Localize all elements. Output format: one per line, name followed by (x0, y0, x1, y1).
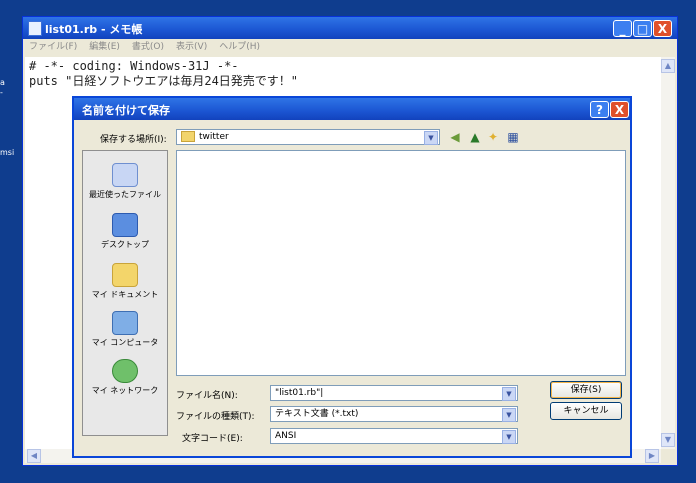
desktop-icon-label-fragment: a (0, 78, 5, 87)
file-list[interactable] (176, 150, 626, 376)
menu-file[interactable]: ファイル(F) (29, 42, 77, 52)
scroll-up-icon[interactable]: ▲ (661, 59, 675, 73)
save-in-value: twitter (199, 132, 229, 142)
recent-documents-icon (112, 163, 138, 187)
editor-line: # -*- coding: Windows-31J -*- (29, 59, 239, 73)
menu-help[interactable]: ヘルプ(H) (219, 42, 260, 52)
menu-edit[interactable]: 編集(E) (89, 42, 120, 52)
place-label: デスクトップ (101, 240, 149, 249)
desktop-icon-label-fragment: msi (0, 148, 15, 157)
up-folder-icon[interactable]: ▲ (468, 130, 482, 144)
place-my-documents[interactable]: マイ ドキュメント (83, 263, 167, 300)
scroll-left-icon[interactable]: ◀ (27, 449, 41, 463)
my-documents-icon (112, 263, 138, 287)
encoding-select[interactable]: ANSI ▼ (270, 428, 518, 444)
desktop-icon-label-fragment: - (0, 88, 3, 97)
scroll-right-icon[interactable]: ▶ (645, 449, 659, 463)
place-recent[interactable]: 最近使ったファイル (83, 163, 167, 200)
place-label: 最近使ったファイル (89, 190, 161, 199)
dialog-title-bar[interactable]: 名前を付けて保存 ? X (74, 98, 630, 120)
new-folder-icon[interactable]: ✦ (486, 130, 500, 144)
save-in-label: 保存する場所(I): (100, 135, 167, 145)
scroll-down-icon[interactable]: ▼ (661, 433, 675, 447)
place-my-network[interactable]: マイ ネットワーク (83, 359, 167, 396)
filename-label: ファイル名(N): (176, 391, 238, 401)
filetype-value: テキスト文書 (*.txt) (275, 409, 359, 419)
chevron-down-icon[interactable]: ▼ (424, 131, 438, 145)
menu-format[interactable]: 書式(O) (132, 42, 164, 52)
notepad-icon (28, 21, 42, 36)
places-bar: 最近使ったファイル デスクトップ マイ ドキュメント マイ コンピュータ マイ … (82, 150, 168, 436)
view-menu-icon[interactable]: ▦ (506, 130, 520, 144)
menu-view[interactable]: 表示(V) (176, 42, 207, 52)
notepad-title: list01.rb - メモ帳 (45, 23, 143, 36)
vertical-scrollbar[interactable]: ▲ ▼ (661, 57, 675, 449)
folder-icon (181, 131, 195, 142)
filetype-label: ファイルの種類(T): (176, 412, 255, 422)
help-button[interactable]: ? (590, 101, 609, 118)
save-as-dialog: 名前を付けて保存 ? X 保存する場所(I): twitter ▼ ◀ ▲ ✦ … (72, 96, 632, 458)
back-icon[interactable]: ◀ (448, 130, 462, 144)
encoding-value: ANSI (275, 431, 297, 441)
notepad-title-bar[interactable]: list01.rb - メモ帳 _ □ X (23, 17, 677, 39)
place-desktop[interactable]: デスクトップ (83, 213, 167, 250)
save-in-select[interactable]: twitter ▼ (176, 129, 440, 145)
my-computer-icon (112, 311, 138, 335)
maximize-button[interactable]: □ (633, 20, 652, 37)
editor-line: puts "日経ソフトウエアは毎月24日発売です！" (29, 74, 299, 88)
cancel-button[interactable]: キャンセル (550, 402, 622, 420)
filename-value: "list01.rb"| (275, 388, 324, 398)
filename-input[interactable]: "list01.rb"| ▼ (270, 385, 518, 401)
dialog-title: 名前を付けて保存 (82, 104, 170, 117)
minimize-button[interactable]: _ (613, 20, 632, 37)
place-label: マイ ドキュメント (91, 290, 159, 299)
chevron-down-icon[interactable]: ▼ (502, 430, 516, 444)
place-label: マイ コンピュータ (91, 338, 159, 347)
my-network-icon (112, 359, 138, 383)
menu-bar: ファイル(F) 編集(E) 書式(O) 表示(V) ヘルプ(H) (23, 39, 677, 56)
chevron-down-icon[interactable]: ▼ (502, 387, 516, 401)
filetype-select[interactable]: テキスト文書 (*.txt) ▼ (270, 406, 518, 422)
chevron-down-icon[interactable]: ▼ (502, 408, 516, 422)
dialog-close-button[interactable]: X (610, 101, 629, 118)
desktop-icon (112, 213, 138, 237)
save-button[interactable]: 保存(S) (550, 381, 622, 399)
place-my-computer[interactable]: マイ コンピュータ (83, 311, 167, 348)
close-button[interactable]: X (653, 20, 672, 37)
encoding-label: 文字コード(E): (182, 434, 243, 444)
place-label: マイ ネットワーク (91, 386, 159, 395)
